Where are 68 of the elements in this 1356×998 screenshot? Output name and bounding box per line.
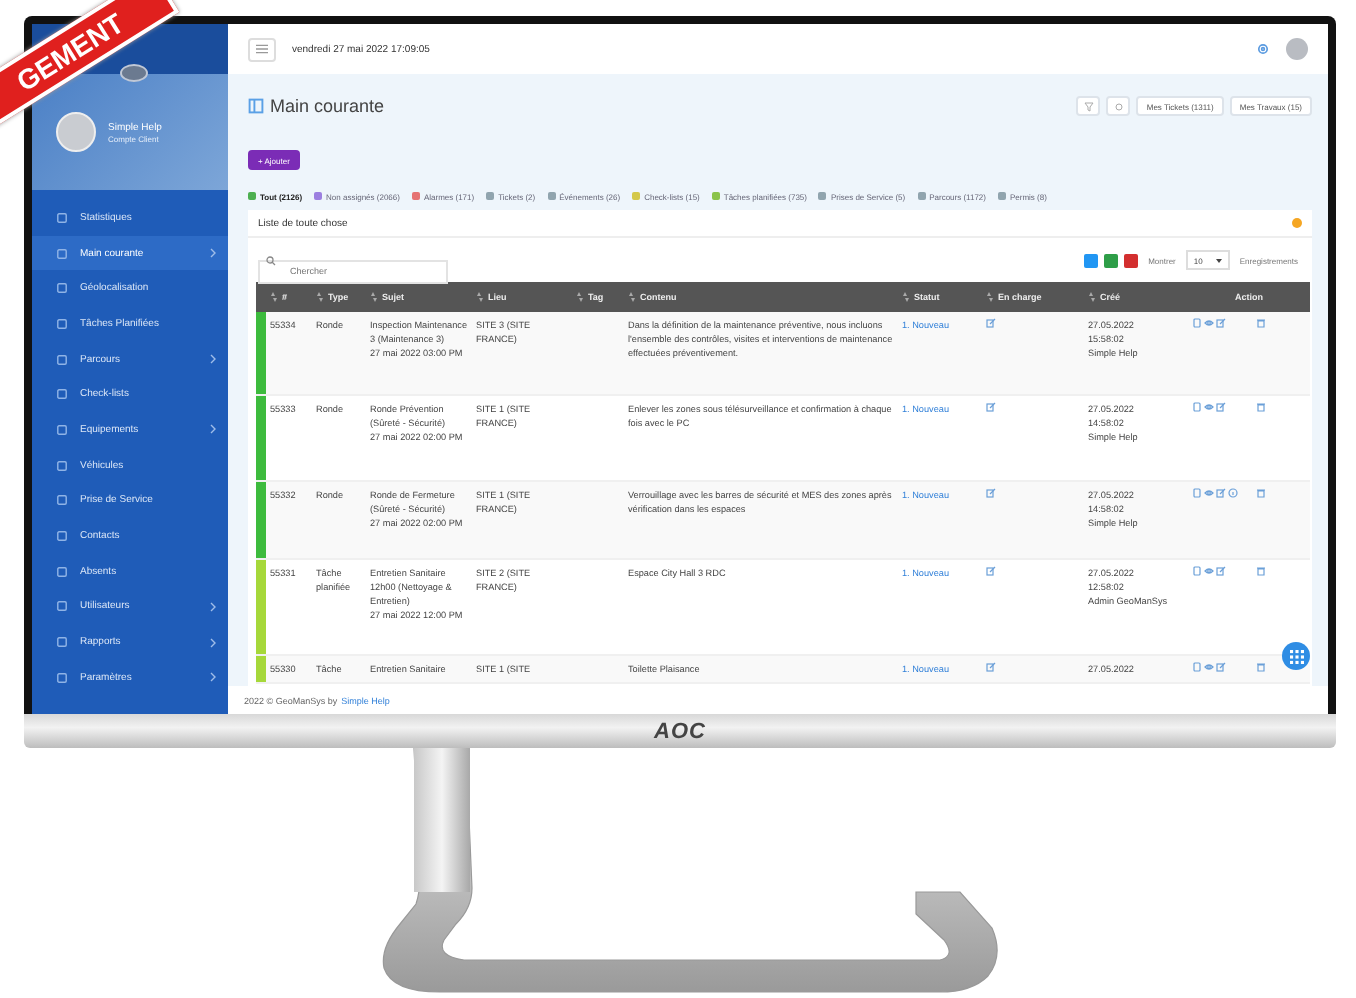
menu-icon — [256, 44, 268, 54]
eye-icon — [1204, 662, 1214, 672]
eye-icon — [1204, 566, 1214, 576]
edit-icon — [1216, 402, 1226, 412]
edit-icon — [986, 566, 996, 576]
eye-icon — [1204, 318, 1214, 328]
document-icon — [1192, 318, 1202, 328]
edit-icon — [1216, 488, 1226, 498]
menu-item-icon — [56, 600, 68, 613]
sort-icon — [628, 292, 636, 303]
document-icon — [1192, 488, 1202, 498]
menu-item-icon — [56, 282, 68, 295]
menu-item-icon — [56, 636, 68, 649]
trash-icon — [1256, 488, 1266, 498]
tools-button[interactable] — [1106, 96, 1131, 116]
info-icon — [1228, 488, 1238, 498]
edit-icon — [1216, 662, 1226, 672]
sort-icon — [316, 292, 324, 303]
menu-item-icon — [56, 423, 68, 436]
sort-icon — [370, 292, 378, 303]
document-icon — [1192, 566, 1202, 576]
document-icon — [1192, 402, 1202, 412]
export-button[interactable] — [1124, 253, 1139, 267]
eye-icon — [1204, 488, 1214, 498]
menu-item-icon — [56, 494, 68, 507]
eye-icon — [1204, 402, 1214, 412]
trash-icon — [1256, 662, 1266, 672]
menu-item-icon — [56, 530, 68, 543]
menu-item-icon — [56, 459, 68, 472]
menu-item-icon — [56, 671, 68, 684]
menu-item-icon — [56, 353, 68, 366]
menu-item-icon — [56, 247, 68, 260]
edit-icon — [986, 318, 996, 328]
export-button[interactable] — [1084, 253, 1099, 267]
brand-logo: AOC — [654, 719, 706, 743]
page-icon — [248, 98, 264, 114]
sort-icon — [902, 292, 910, 303]
menu-button[interactable] — [248, 37, 276, 61]
document-icon — [1192, 662, 1202, 672]
sort-icon — [270, 292, 278, 303]
menu-item-icon — [56, 211, 68, 224]
menu-item-icon — [56, 565, 68, 578]
menu-item-icon — [56, 388, 68, 401]
sort-icon — [576, 292, 584, 303]
caret-icon — [1215, 257, 1222, 263]
page-title: Main courante — [270, 96, 387, 116]
edit-icon — [986, 488, 996, 498]
status-dot — [1292, 218, 1302, 228]
export-button[interactable] — [1104, 253, 1119, 267]
menu-item-icon — [56, 317, 68, 330]
sort-icon — [1088, 292, 1096, 303]
filter-button[interactable] — [1076, 96, 1101, 116]
trash-icon — [1256, 402, 1266, 412]
settings-icon — [1256, 42, 1270, 56]
sort-icon — [986, 292, 994, 303]
trash-icon — [1256, 566, 1266, 576]
sort-icon — [476, 292, 484, 303]
avatar-icon[interactable] — [1286, 38, 1308, 60]
grid-icon — [1289, 649, 1303, 663]
trash-icon — [1256, 318, 1266, 328]
avatar-icon — [56, 112, 96, 152]
edit-icon — [1216, 566, 1226, 576]
edit-icon — [1216, 318, 1226, 328]
funnel-icon — [1083, 101, 1094, 111]
collapse-button[interactable] — [120, 64, 148, 82]
edit-icon — [986, 402, 996, 412]
circle-icon — [1113, 101, 1124, 111]
edit-icon — [986, 662, 996, 672]
